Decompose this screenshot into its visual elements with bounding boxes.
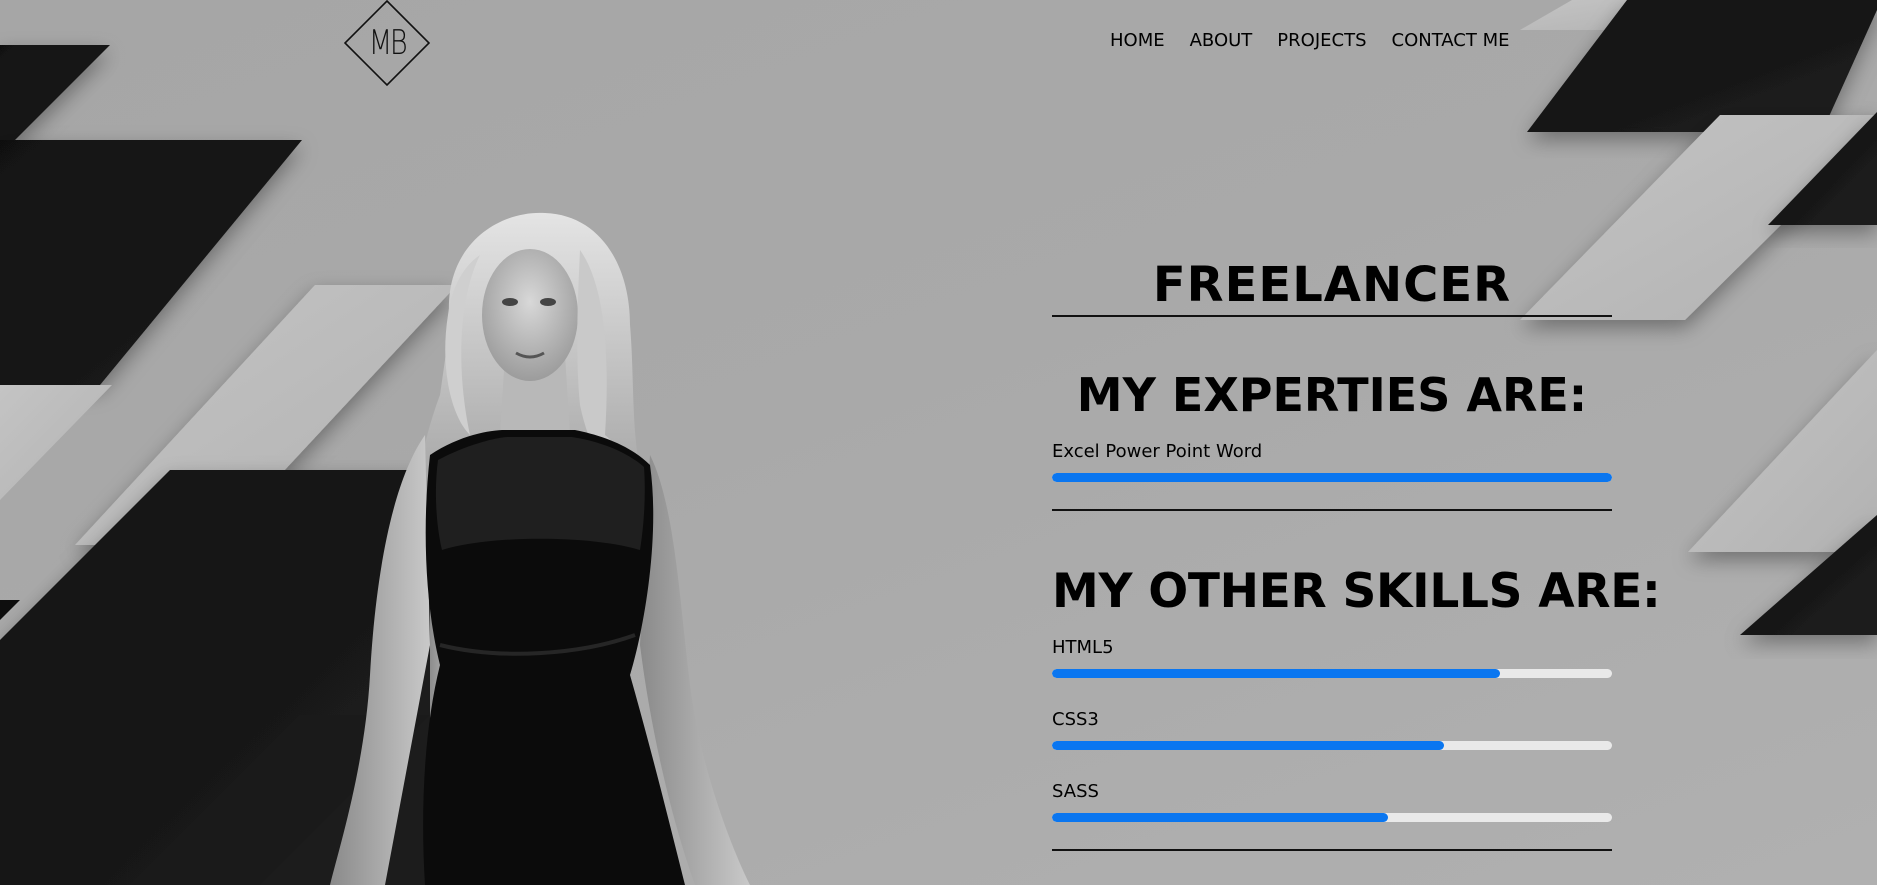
skill-label: CSS3 (1052, 709, 1099, 730)
page-title: FREELANCER (1152, 257, 1512, 313)
skills-heading: MY OTHER SKILLS ARE: (1052, 564, 1661, 619)
bg-shape-light (0, 385, 112, 500)
divider (1052, 849, 1612, 851)
progress-bar (1052, 741, 1612, 750)
progress-fill (1052, 813, 1388, 822)
main-nav: HOME ABOUT PROJECTS CONTACT ME (1110, 30, 1534, 51)
bg-shape-dark (0, 600, 20, 620)
skills-panel: FREELANCER MY EXPERTIES ARE: Excel Power… (1052, 255, 1661, 851)
progress-bar (1052, 669, 1612, 678)
bg-shape-light (1688, 350, 1877, 552)
nav-home[interactable]: HOME (1110, 30, 1165, 51)
portrait-photo (330, 212, 750, 885)
expertise-item: Excel Power Point Word (1052, 441, 1612, 482)
progress-fill (1052, 741, 1444, 750)
nav-about[interactable]: ABOUT (1190, 30, 1253, 51)
skill-label: Excel Power Point Word (1052, 441, 1263, 462)
skill-item: CSS3 (1052, 709, 1612, 750)
nav-contact-me[interactable]: CONTACT ME (1392, 30, 1510, 51)
nav-projects[interactable]: PROJECTS (1277, 30, 1366, 51)
logo-text: MB (368, 23, 408, 63)
bg-shape-dark (0, 45, 110, 140)
progress-bar (1052, 473, 1612, 482)
skill-label: HTML5 (1052, 637, 1114, 658)
skill-item: SASS (1052, 781, 1612, 822)
progress-bar (1052, 813, 1612, 822)
logo[interactable]: MB (344, 0, 430, 86)
expertise-heading: MY EXPERTIES ARE: (1076, 368, 1588, 422)
progress-fill (1052, 473, 1612, 482)
skill-item: HTML5 (1052, 637, 1612, 678)
progress-fill (1052, 669, 1500, 678)
skill-label: SASS (1052, 781, 1099, 802)
